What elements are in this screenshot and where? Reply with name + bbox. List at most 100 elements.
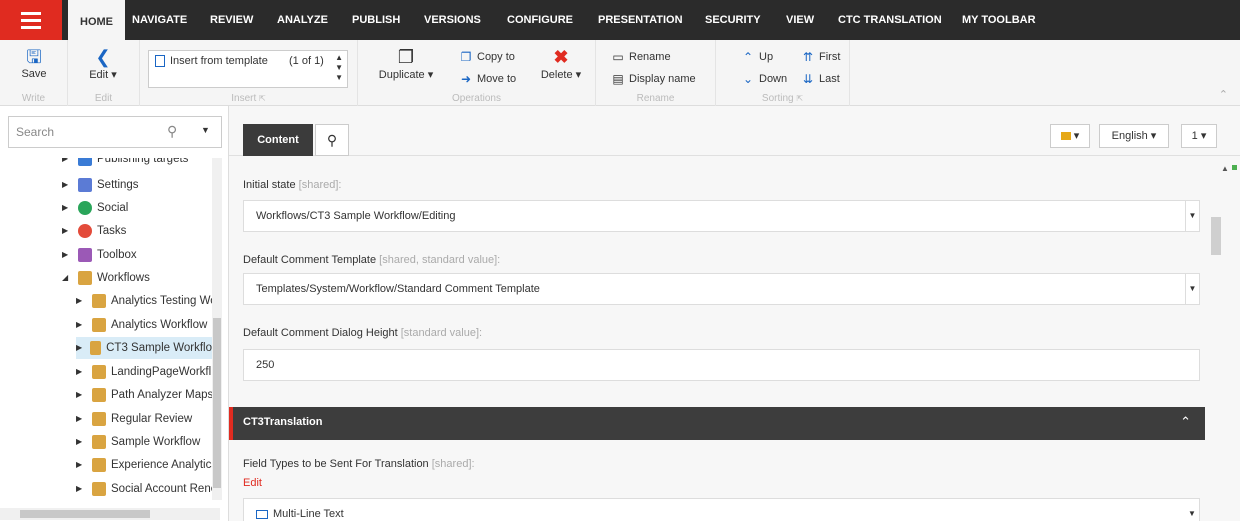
scrollbar-thumb[interactable] [1211,217,1221,255]
tree-item[interactable]: ▶ Toolbox [62,244,137,266]
tab-view[interactable]: VIEW [786,0,814,40]
search-input[interactable]: Search ⚲ ▼ [8,116,222,148]
tree-item[interactable]: ◢ Workflows [62,267,150,289]
search-placeholder: Search [16,125,55,139]
tree-item[interactable]: ▶ Experience Analytics [76,454,217,476]
tab-analyze[interactable]: ANALYZE [277,0,328,40]
tab-publish[interactable]: PUBLISH [352,0,400,40]
tree-item[interactable]: ▶ Sample Workflow [76,431,200,453]
tab-configure[interactable]: CONFIGURE [507,0,573,40]
tree-item[interactable]: ▶ Settings [62,174,139,196]
version-flag-icon [1060,132,1071,141]
chevron-up-icon[interactable]: ⌃ [1180,414,1191,430]
versions-dropdown[interactable]: ▾ [1050,124,1090,148]
tree-item-selected[interactable]: ▶ CT3 Sample Workflo [76,337,212,359]
tree-item[interactable]: ▶ Publishing targets [62,158,188,170]
tree-item[interactable]: ▶ Regular Review [76,408,192,430]
expand-arrow-icon[interactable]: ▶ [76,454,86,476]
workflow-icon [92,294,106,308]
fields-area: Initial state [shared]: Workflows/CT3 Sa… [229,157,1219,521]
last-icon: ⇊ [802,72,814,86]
tree-item[interactable]: ▶ Analytics Workflow [76,314,207,336]
rename-icon: ▭ [612,50,624,64]
field-label: Default Comment Template [shared, standa… [243,254,501,266]
hamburger-menu-icon[interactable] [0,0,62,40]
scrollbar-thumb[interactable] [20,510,150,518]
scrollbar-thumb[interactable] [213,318,221,488]
tab-navigate[interactable]: NAVIGATE [132,0,187,40]
search-tab-icon[interactable]: ⚲ [315,124,349,156]
delete-label: Delete ▾ [540,69,582,81]
field-types-list[interactable]: Multi-Line Text ▼ [243,498,1200,521]
tab-security[interactable]: SECURITY [705,0,761,40]
dialog-height-input[interactable]: 250 [243,349,1200,381]
top-menu-bar: HOME NAVIGATE REVIEW ANALYZE PUBLISH VER… [0,0,1240,46]
workflow-icon [92,482,106,496]
tab-content[interactable]: Content [243,124,313,156]
expand-arrow-icon[interactable]: ▶ [62,174,72,196]
rename-button[interactable]: ▭ Rename [610,50,670,64]
down-icon: ⌄ [742,72,754,86]
write-caption: Write [21,93,46,104]
delete-button[interactable]: ✖ Delete ▾ [536,46,586,81]
insert-template-item[interactable]: Insert from template [170,55,268,67]
tab-my-toolbar[interactable]: MY TOOLBAR [962,0,1036,40]
tab-presentation[interactable]: PRESENTATION [598,0,683,40]
tree-item[interactable]: ▶ Tasks [62,220,126,242]
tab-review[interactable]: REVIEW [210,0,253,40]
version-dropdown[interactable]: 1 ▾ [1181,124,1217,148]
display-name-button[interactable]: ▤ Display name [610,72,695,86]
tree-item[interactable]: ▶ Social Account Rene [76,478,217,500]
chevron-down-icon[interactable]: ▼ [1185,274,1199,304]
chevron-down-icon[interactable]: ▼ [1185,499,1199,521]
save-button[interactable]: 🖫 Save [14,46,54,80]
expand-arrow-icon[interactable]: ▶ [76,478,86,500]
workflow-icon [92,365,106,379]
chevron-down-icon[interactable]: ▼ [201,125,210,135]
gallery-scroll-icon[interactable]: ▲ ▼ ▼ [335,53,343,83]
tree-horizontal-scrollbar[interactable] [0,508,220,520]
down-button[interactable]: ⌄ Down [740,72,787,86]
duplicate-button[interactable]: ❐ Duplicate ▾ [378,46,434,81]
editor-toolbar: Content ⚲ ▾ English ▾ 1 ▾ ▲ [229,106,1240,173]
last-button[interactable]: ⇊ Last [800,72,840,86]
search-icon[interactable]: ⚲ [167,123,177,140]
tree-item[interactable]: ▶ LandingPageWorkfl [76,361,211,383]
tab-ctc-translation[interactable]: CTC TRANSLATION [838,0,942,40]
up-icon: ⌃ [742,50,754,64]
comment-template-select[interactable]: Templates/System/Workflow/Standard Comme… [243,273,1200,305]
expand-arrow-icon[interactable]: ▶ [62,244,72,266]
language-dropdown[interactable]: English ▾ [1099,124,1169,148]
expand-arrow-icon[interactable]: ▶ [76,361,86,383]
up-button[interactable]: ⌃ Up [740,50,773,64]
collapse-arrow-icon[interactable]: ◢ [62,267,72,289]
content-vertical-scrollbar[interactable] [1209,157,1225,521]
sorting-group: ⌃ Up ⌄ Down ⇈ First ⇊ Last Sorting ⇱ [716,40,850,106]
tab-versions[interactable]: VERSIONS [424,0,481,40]
edit-button[interactable]: ❮ Edit ▾ [78,46,128,81]
ribbon: 🖫 Save Write ❮ Edit ▾ Edit Insert ⇱ Inse… [0,40,1240,106]
expand-arrow-icon[interactable]: ▶ [76,290,86,312]
edit-link[interactable]: Edit [243,477,262,489]
expand-arrow-icon[interactable]: ▶ [76,337,84,359]
initial-state-select[interactable]: Workflows/CT3 Sample Workflow/Editing ▼ [243,200,1200,232]
workflow-icon [92,412,106,426]
tree-item[interactable]: ▶ Social [62,197,128,219]
section-header-ct3translation[interactable]: CT3Translation ⌃ [229,407,1205,440]
insert-gallery[interactable]: Insert from template (1 of 1) ▲ ▼ ▼ [148,50,348,88]
move-to-button[interactable]: ➜ Move to [458,72,516,86]
expand-arrow-icon[interactable]: ▶ [76,384,86,406]
collapse-ribbon-icon[interactable]: ⌃ [1219,88,1228,101]
expand-arrow-icon[interactable]: ▶ [62,220,72,242]
expand-arrow-icon[interactable]: ▶ [76,431,86,453]
expand-arrow-icon[interactable]: ▶ [62,197,72,219]
expand-arrow-icon[interactable]: ▶ [76,314,86,336]
expand-arrow-icon[interactable]: ▶ [76,408,86,430]
expand-arrow-icon[interactable]: ▶ [62,158,72,170]
chevron-down-icon[interactable]: ▼ [1185,201,1199,231]
copy-to-button[interactable]: ❐ Copy to [458,50,515,64]
tree-item[interactable]: ▶ Path Analyzer Maps [76,384,213,406]
tree-vertical-scrollbar[interactable] [212,158,222,500]
first-button[interactable]: ⇈ First [800,50,840,64]
tree-item[interactable]: ▶ Analytics Testing Wo [76,290,217,312]
